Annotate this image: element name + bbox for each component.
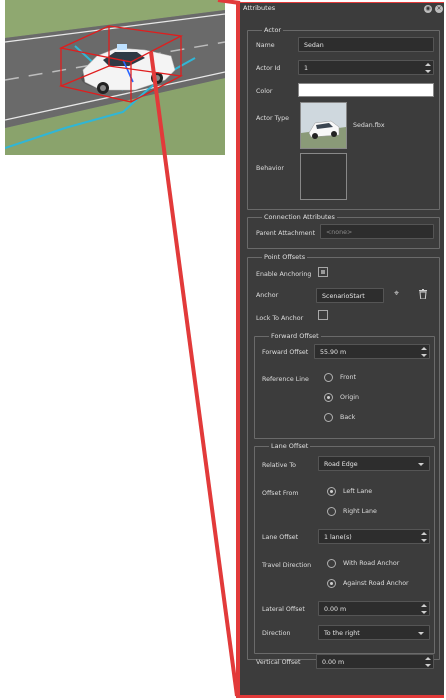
lateral-offset-spinner-icon[interactable] (421, 604, 427, 614)
forward-offset-field[interactable]: 55.90 m (314, 344, 430, 359)
direction-dropdown[interactable]: To the right (318, 625, 430, 640)
lane-offset-group-title: Lane Offset (269, 442, 311, 450)
offset-from-label: Offset From (262, 490, 299, 497)
anchor-label: Anchor (256, 292, 279, 299)
pick-anchor-icon[interactable]: ⌖ (394, 289, 399, 299)
behavior-slot[interactable] (300, 153, 347, 200)
travel-with-road-anchor-radio[interactable] (327, 559, 336, 568)
scene-viewport[interactable] (5, 0, 225, 155)
delete-icon[interactable] (419, 289, 427, 300)
lateral-offset-value: 0.00 m (324, 606, 347, 613)
enable-anchoring-checkbox[interactable] (318, 267, 328, 277)
lock-to-anchor-label: Lock To Anchor (256, 315, 304, 322)
vertical-offset-label: Vertical Offset (256, 659, 301, 666)
travel-against-road-anchor-radio[interactable] (327, 579, 336, 588)
lane-offset-value: 1 lane(s) (324, 534, 352, 541)
offset-from-right-lane-radio[interactable] (327, 507, 336, 516)
lock-to-anchor-checkbox[interactable] (318, 310, 328, 320)
panel-title: Attributes (243, 4, 276, 12)
attributes-panel: Attributes ◉ × Actor Name Sedan Actor Id… (240, 3, 444, 695)
actor-type-label: Actor Type (256, 115, 290, 122)
lane-offset-group: Lane Offset (254, 442, 435, 654)
reference-line-label: Reference Line (262, 376, 309, 383)
reference-back-radio[interactable] (324, 413, 333, 422)
lane-offset-field[interactable]: 1 lane(s) (318, 529, 430, 544)
parent-attachment-label: Parent Attachment (256, 230, 316, 237)
reference-front-radio[interactable] (324, 373, 333, 382)
reference-origin-radio[interactable] (324, 393, 333, 402)
direction-chevron-down-icon (418, 632, 424, 635)
direction-label: Direction (262, 630, 291, 637)
point-offsets-group-title: Point Offsets (262, 253, 308, 261)
forward-offset-spinner-icon[interactable] (421, 347, 427, 357)
actor-id-label: Actor Id (256, 65, 281, 72)
vertical-offset-value: 0.00 m (322, 659, 345, 666)
color-label: Color (256, 88, 273, 95)
behavior-label: Behavior (256, 165, 284, 172)
lane-offset-label: Lane Offset (262, 534, 299, 541)
pin-icon[interactable]: ◉ (424, 5, 432, 13)
travel-against-road-anchor-label: Against Road Anchor (343, 580, 409, 587)
reference-origin-label: Origin (340, 394, 360, 401)
actor-id-spinner-icon[interactable] (425, 63, 431, 73)
offset-from-left-lane-label: Left Lane (343, 488, 373, 495)
anchor-field[interactable]: ScenarioStart (316, 288, 384, 303)
connection-group-title: Connection Attributes (262, 213, 337, 221)
offset-from-right-lane-label: Right Lane (343, 508, 377, 515)
vertical-offset-field[interactable]: 0.00 m (316, 654, 434, 669)
close-icon[interactable]: × (435, 5, 443, 13)
forward-offset-label: Forward Offset (262, 349, 309, 356)
direction-value: To the right (324, 630, 360, 637)
relative-to-dropdown[interactable]: Road Edge (318, 456, 430, 471)
reference-front-label: Front (340, 374, 356, 381)
travel-with-road-anchor-label: With Road Anchor (343, 560, 400, 567)
color-swatch[interactable] (298, 83, 434, 97)
vertical-offset-spinner-icon[interactable] (425, 657, 431, 667)
reference-back-label: Back (340, 414, 356, 421)
travel-direction-label: Travel Direction (262, 562, 312, 569)
offset-from-left-lane-radio[interactable] (327, 487, 336, 496)
relative-to-value: Road Edge (324, 461, 358, 468)
sedan-thumbnail-icon (301, 103, 346, 148)
lateral-offset-field[interactable]: 0.00 m (318, 601, 430, 616)
forward-offset-group-title: Forward Offset (269, 332, 321, 340)
name-field[interactable]: Sedan (298, 37, 434, 52)
relative-to-chevron-down-icon (418, 463, 424, 466)
lane-offset-spinner-icon[interactable] (421, 532, 427, 542)
actor-id-field[interactable]: 1 (298, 60, 434, 75)
actor-id-value: 1 (304, 65, 309, 72)
actor-type-thumbnail[interactable] (300, 102, 347, 149)
scene-render (5, 0, 225, 155)
enable-anchoring-label: Enable Anchoring (256, 271, 312, 278)
parent-attachment-field[interactable]: <none> (320, 224, 434, 239)
name-label: Name (256, 42, 275, 49)
forward-offset-value: 55.90 m (320, 349, 347, 356)
relative-to-label: Relative To (262, 462, 297, 469)
actor-group-title: Actor (262, 26, 284, 34)
actor-type-value: Sedan.fbx (353, 122, 385, 129)
lateral-offset-label: Lateral Offset (262, 606, 305, 613)
